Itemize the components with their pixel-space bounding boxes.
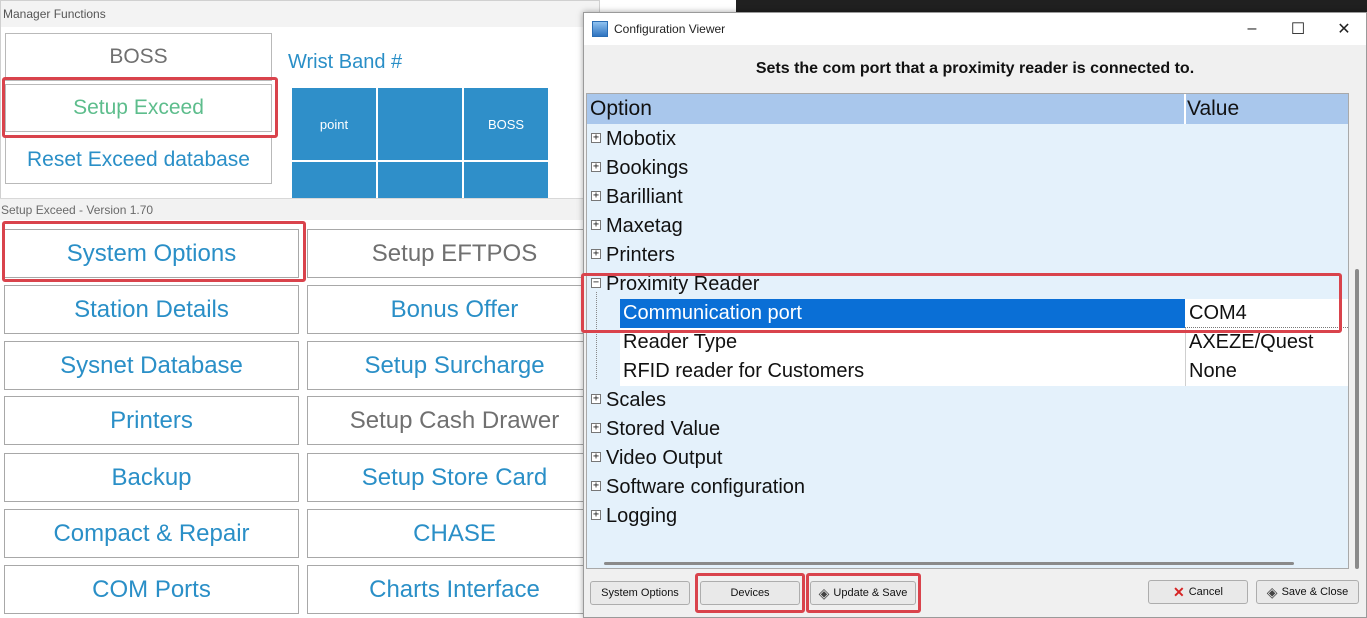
expand-icon[interactable]: + [591,249,601,259]
value-column-header[interactable]: Value [1187,97,1239,121]
row-value[interactable]: None [1189,360,1237,383]
expand-icon[interactable]: + [591,510,601,520]
station-details-button[interactable]: Station Details [4,285,299,334]
configuration-viewer-window: Configuration Viewer – ☐ ✕ Sets the com … [581,12,1367,618]
row-label: Printers [606,244,675,266]
system-options-tab-button[interactable]: System Options [590,581,690,605]
row-label: Scales [606,389,667,411]
tree-row-mobotix[interactable]: + Mobotix [587,125,1348,154]
config-grid: Option Value + Mobotix + Bookings + Bari… [586,93,1349,569]
tree-row-printers[interactable]: + Printers [587,241,1348,270]
config-title: Configuration Viewer [614,22,726,36]
row-label: Maxetag [606,215,683,237]
setup-exceed-button[interactable]: Setup Exceed [5,84,272,132]
compact-repair-button[interactable]: Compact & Repair [4,509,299,558]
row-label: Software configuration [606,476,806,498]
row-label: Communication port [623,302,802,324]
setup-store-card-button[interactable]: Setup Store Card [307,453,602,502]
charts-interface-button[interactable]: Charts Interface [307,565,602,614]
manager-functions-window: Manager Functions BOSS Setup Exceed Rese… [0,0,600,200]
wristband-tile[interactable] [378,162,462,200]
expand-icon[interactable]: + [591,452,601,462]
row-label: Stored Value [606,418,721,440]
save-close-label: Save & Close [1281,586,1349,598]
row-value[interactable]: COM4 [1189,302,1247,325]
row-label: Reader Type [623,331,738,353]
horizontal-scrollbar[interactable] [604,562,1294,565]
devices-button[interactable]: Devices [700,581,800,605]
update-save-label: Update & Save [833,587,908,599]
tree-row-software-configuration[interactable]: + Software configuration [587,473,1348,502]
tree-row-rfid-reader[interactable]: RFID reader for Customers None [587,357,1348,386]
printers-button[interactable]: Printers [4,396,299,445]
row-value[interactable]: AXEZE/Quest [1189,331,1314,354]
expand-icon[interactable]: + [591,423,601,433]
row-label: Proximity Reader [606,273,760,295]
bonus-offer-button[interactable]: Bonus Offer [307,285,602,334]
option-description: Sets the com port that a proximity reade… [755,60,1195,77]
setup-exceed-window: Setup Exceed - Version 1.70 System Optio… [0,198,602,618]
save-close-button[interactable]: ◈ Save & Close [1256,580,1359,604]
setup-cash-drawer-button[interactable]: Setup Cash Drawer [307,396,602,445]
vertical-scrollbar[interactable] [1349,93,1366,569]
wristband-tile[interactable] [292,162,376,200]
setup-surcharge-button[interactable]: Setup Surcharge [307,341,602,390]
row-label: Barilliant [606,186,683,208]
cancel-button[interactable]: ✕ Cancel [1148,580,1248,604]
maximize-icon[interactable]: ☐ [1275,13,1321,45]
wristband-tile[interactable] [464,162,548,200]
row-label: Logging [606,505,678,527]
scrollbar-thumb[interactable] [1355,269,1359,569]
minimize-icon[interactable]: – [1229,13,1275,45]
tree-row-stored-value[interactable]: + Stored Value [587,415,1348,444]
tree-row-barilliant[interactable]: + Barilliant [587,183,1348,212]
tree-row-proximity-reader[interactable]: − Proximity Reader [587,270,1348,299]
tree-row-video-output[interactable]: + Video Output [587,444,1348,473]
cancel-label: Cancel [1188,586,1223,598]
row-label: Video Output [606,447,723,469]
expand-icon[interactable]: + [591,481,601,491]
boss-button[interactable]: BOSS [5,33,272,81]
expand-icon[interactable]: + [591,133,601,143]
save-disk-icon: ◈ [1266,583,1278,600]
tree-row-bookings[interactable]: + Bookings [587,154,1348,183]
expand-icon[interactable]: + [591,394,601,404]
row-label: RFID reader for Customers [623,360,865,382]
tree-row-scales[interactable]: + Scales [587,386,1348,415]
collapse-icon[interactable]: − [591,278,601,288]
chase-button[interactable]: CHASE [307,509,602,558]
system-options-button[interactable]: System Options [4,229,299,278]
wristband-tile[interactable]: point [292,88,376,160]
com-ports-button[interactable]: COM Ports [4,565,299,614]
sysnet-database-button[interactable]: Sysnet Database [4,341,299,390]
expand-icon[interactable]: + [591,162,601,172]
tree-row-reader-type[interactable]: Reader Type AXEZE/Quest [587,328,1348,357]
expand-icon[interactable]: + [591,220,601,230]
save-disk-icon: ◈ [818,584,830,601]
wrist-band-title: Wrist Band # [288,51,403,73]
background-window-strip [736,0,1367,12]
setup-title: Setup Exceed - Version 1.70 [0,198,600,220]
option-column-header[interactable]: Option [590,97,652,121]
reset-exceed-database-button[interactable]: Reset Exceed database [5,136,272,184]
expand-icon[interactable]: + [591,191,601,201]
wristband-tile[interactable]: BOSS [464,88,548,160]
tree-row-maxetag[interactable]: + Maxetag [587,212,1348,241]
update-save-button[interactable]: ◈ Update & Save [810,581,916,605]
backup-button[interactable]: Backup [4,453,299,502]
grid-header: Option Value [587,94,1348,124]
app-icon [592,21,608,37]
tree-row-communication-port[interactable]: Communication port COM4 [587,299,1348,328]
manager-title: Manager Functions [1,1,599,27]
cancel-x-icon: ✕ [1173,583,1185,600]
row-label: Mobotix [606,128,677,150]
wristband-tile[interactable] [378,88,462,160]
tree-row-logging[interactable]: + Logging [587,502,1348,531]
row-label: Bookings [606,157,689,179]
setup-eftpos-button[interactable]: Setup EFTPOS [307,229,602,278]
close-icon[interactable]: ✕ [1321,13,1367,45]
